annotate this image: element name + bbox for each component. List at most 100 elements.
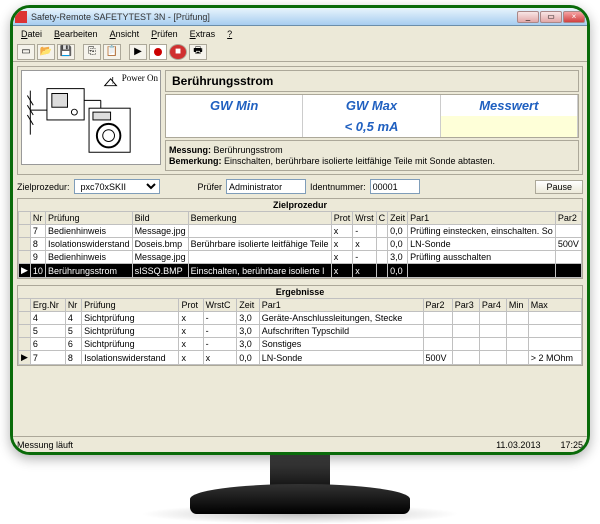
table-row[interactable]: 44Sichtprüfungx-3,0Geräte-Anschlussleitu… [19, 312, 582, 325]
cell: 3,0 [388, 251, 408, 264]
label-identnummer: Identnummer: [310, 182, 366, 192]
cell [188, 225, 331, 238]
minimize-button[interactable]: _ [517, 11, 539, 23]
cell: x [331, 225, 353, 238]
cell: LN-Sonde [259, 351, 423, 365]
value-bemerkung: Einschalten, berührbare isolierte leitfä… [224, 156, 495, 166]
cell [452, 351, 479, 365]
table-row[interactable]: ▶78Isolationswiderstandxx0,0LN-Sonde500V… [19, 351, 582, 365]
app-window: Safety-Remote SAFETYTEST 3N - [Prüfung] … [13, 8, 587, 452]
cell: 9 [30, 251, 45, 264]
col-gwmax: GW Max [303, 95, 440, 116]
cell: 6 [65, 338, 81, 351]
col-messwert: Messwert [441, 95, 578, 116]
cell [19, 338, 31, 351]
cell: - [203, 312, 237, 325]
cell [376, 251, 388, 264]
input-pruefer[interactable] [226, 179, 306, 194]
cell: 3,0 [237, 312, 260, 325]
menu-help[interactable]: ? [221, 29, 238, 39]
cell: 7 [30, 351, 65, 365]
select-zielprozedur[interactable]: pxc70xSKII [74, 179, 160, 194]
col-header [19, 212, 31, 225]
ergebnisse-table[interactable]: Erg.NrNrPrüfungProtWrstCZeitPar1Par2Par3… [18, 298, 582, 365]
tool-paste[interactable]: 📋 [103, 44, 121, 60]
table-row[interactable]: ▶10BerührungsstromsISSQ.BMPEinschalten, … [19, 264, 582, 278]
col-header: C [376, 212, 388, 225]
label-bemerkung: Bemerkung: [169, 156, 222, 166]
cell: - [353, 251, 376, 264]
table-row[interactable]: 66Sichtprüfungx-3,0Sonstiges [19, 338, 582, 351]
circuit-diagram: Power On ! [21, 70, 161, 165]
tool-new[interactable]: ▭ [17, 44, 35, 60]
measurement-title-box: Berührungsstrom [165, 70, 579, 92]
cell: 0,0 [237, 351, 260, 365]
tool-record[interactable] [149, 44, 167, 60]
col-header: Zeit [388, 212, 408, 225]
cell [479, 338, 506, 351]
zielprozedur-table[interactable]: NrPrüfungBildBemerkungProtWrstCZeitPar1P… [18, 211, 582, 278]
cell: Message.jpg [132, 225, 188, 238]
pause-button[interactable]: Pause [535, 180, 583, 194]
cell: 10 [30, 264, 45, 278]
close-button[interactable]: × [563, 11, 585, 23]
cell [376, 225, 388, 238]
table-row[interactable]: 8IsolationswiderstandDoseis.bmpBerührbar… [19, 238, 582, 251]
cell [19, 225, 31, 238]
cell: x [353, 238, 376, 251]
cell: x [179, 338, 203, 351]
col-header: WrstC [203, 299, 237, 312]
tool-stop[interactable]: ■ [169, 44, 187, 60]
col-header [19, 299, 31, 312]
cell: 0,0 [388, 225, 408, 238]
cell: 3,0 [237, 325, 260, 338]
cell: Doseis.bmp [132, 238, 188, 251]
zielprozedur-section: Zielprozedur NrPrüfungBildBemerkungProtW… [17, 198, 583, 279]
cell: 5 [30, 325, 65, 338]
cell: x [353, 264, 376, 278]
cell [555, 251, 581, 264]
cell [19, 238, 31, 251]
menu-bearbeiten[interactable]: Bearbeiten [48, 29, 104, 39]
col-header: Zeit [237, 299, 260, 312]
col-header: Wrst [353, 212, 376, 225]
menu-ansicht[interactable]: Ansicht [104, 29, 146, 39]
tool-play[interactable]: ▶ [129, 44, 147, 60]
cell: 6 [30, 338, 65, 351]
input-identnummer[interactable] [370, 179, 420, 194]
cell: Berührbare isolierte leitfähige Teile [188, 238, 331, 251]
cell: x [179, 312, 203, 325]
cell [19, 251, 31, 264]
label-messung: Messung: [169, 145, 211, 155]
cell [408, 264, 556, 278]
menu-pruefen[interactable]: Prüfen [145, 29, 184, 39]
tool-save[interactable]: 💾 [57, 44, 75, 60]
cell: x [331, 264, 353, 278]
svg-text:!: ! [112, 76, 114, 86]
cell [423, 325, 452, 338]
cell [452, 312, 479, 325]
tool-open[interactable]: 📂 [37, 44, 55, 60]
cell: Bedienhinweis [45, 251, 132, 264]
tool-copy[interactable]: ⎘ [83, 44, 101, 60]
ergebnisse-header: Ergebnisse [18, 286, 582, 298]
cell: Prüfling ausschalten [408, 251, 556, 264]
col-header: Min [506, 299, 528, 312]
toolbar: ▭ 📂 💾 ⎘ 📋 ▶ ■ 🖶 [13, 42, 587, 62]
cell [479, 325, 506, 338]
cell: x [331, 251, 353, 264]
tool-print[interactable]: 🖶 [189, 44, 207, 60]
table-row[interactable]: 9BedienhinweisMessage.jpgx-3,0Prüfling a… [19, 251, 582, 264]
table-row[interactable]: 7BedienhinweisMessage.jpgx-0,0Prüfling e… [19, 225, 582, 238]
maximize-button[interactable]: ▭ [540, 11, 562, 23]
table-row[interactable]: 55Sichtprüfungx-3,0Aufschriften Typschil… [19, 325, 582, 338]
menu-datei[interactable]: DDateiatei [15, 29, 48, 39]
status-time: 17:25 [560, 440, 583, 450]
cell: Isolationswiderstand [45, 238, 132, 251]
label-zielprozedur: Zielprozedur: [17, 182, 70, 192]
label-pruefer: Prüfer [198, 182, 223, 192]
power-on-label: Power On [122, 73, 158, 83]
menu-extras[interactable]: Extras [184, 29, 222, 39]
cell: 500V [555, 238, 581, 251]
cell: x [203, 351, 237, 365]
